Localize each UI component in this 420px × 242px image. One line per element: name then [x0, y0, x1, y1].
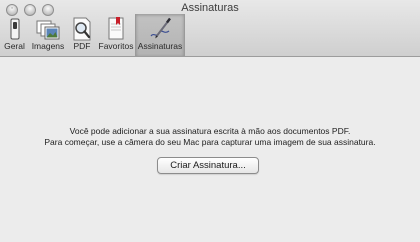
instruction-line-2: Para começar, use a câmera do seu Mac pa…: [44, 137, 376, 147]
instruction-line-1: Você pode adicionar a sua assinatura esc…: [69, 126, 351, 136]
preferences-toolbar: Geral Imagens PDF Favoritos Assinaturas: [0, 14, 185, 56]
create-signature-button[interactable]: Criar Assinatura...: [157, 157, 259, 174]
title-toolbar: · Assinaturas Geral Imagens PDF Favorito…: [0, 0, 420, 57]
tab-assinaturas[interactable]: Assinaturas: [135, 14, 185, 56]
tab-assinaturas-label: Assinaturas: [137, 41, 183, 51]
tab-pdf[interactable]: PDF: [67, 14, 97, 56]
tab-pdf-label: PDF: [73, 41, 91, 51]
preferences-window: · Assinaturas Geral Imagens PDF Favorito…: [0, 0, 420, 242]
tab-geral[interactable]: Geral: [0, 14, 29, 56]
tab-favoritos[interactable]: Favoritos: [97, 14, 135, 56]
signatures-pane: Você pode adicionar a sua assinatura esc…: [0, 57, 420, 242]
window-title: Assinaturas: [181, 2, 239, 14]
tab-geral-label: Geral: [4, 41, 25, 51]
tab-imagens-label: Imagens: [31, 41, 65, 51]
photos-icon: [36, 20, 60, 40]
pdf-magnifier-icon: [73, 17, 91, 41]
signature-pen-icon: [150, 17, 171, 39]
signature-instructions: Você pode adicionar a sua assinatura esc…: [0, 126, 420, 148]
tab-imagens[interactable]: Imagens: [29, 14, 67, 56]
switch-icon: [10, 18, 19, 40]
bookmark-icon: [108, 17, 124, 40]
tab-favoritos-label: Favoritos: [98, 41, 134, 51]
